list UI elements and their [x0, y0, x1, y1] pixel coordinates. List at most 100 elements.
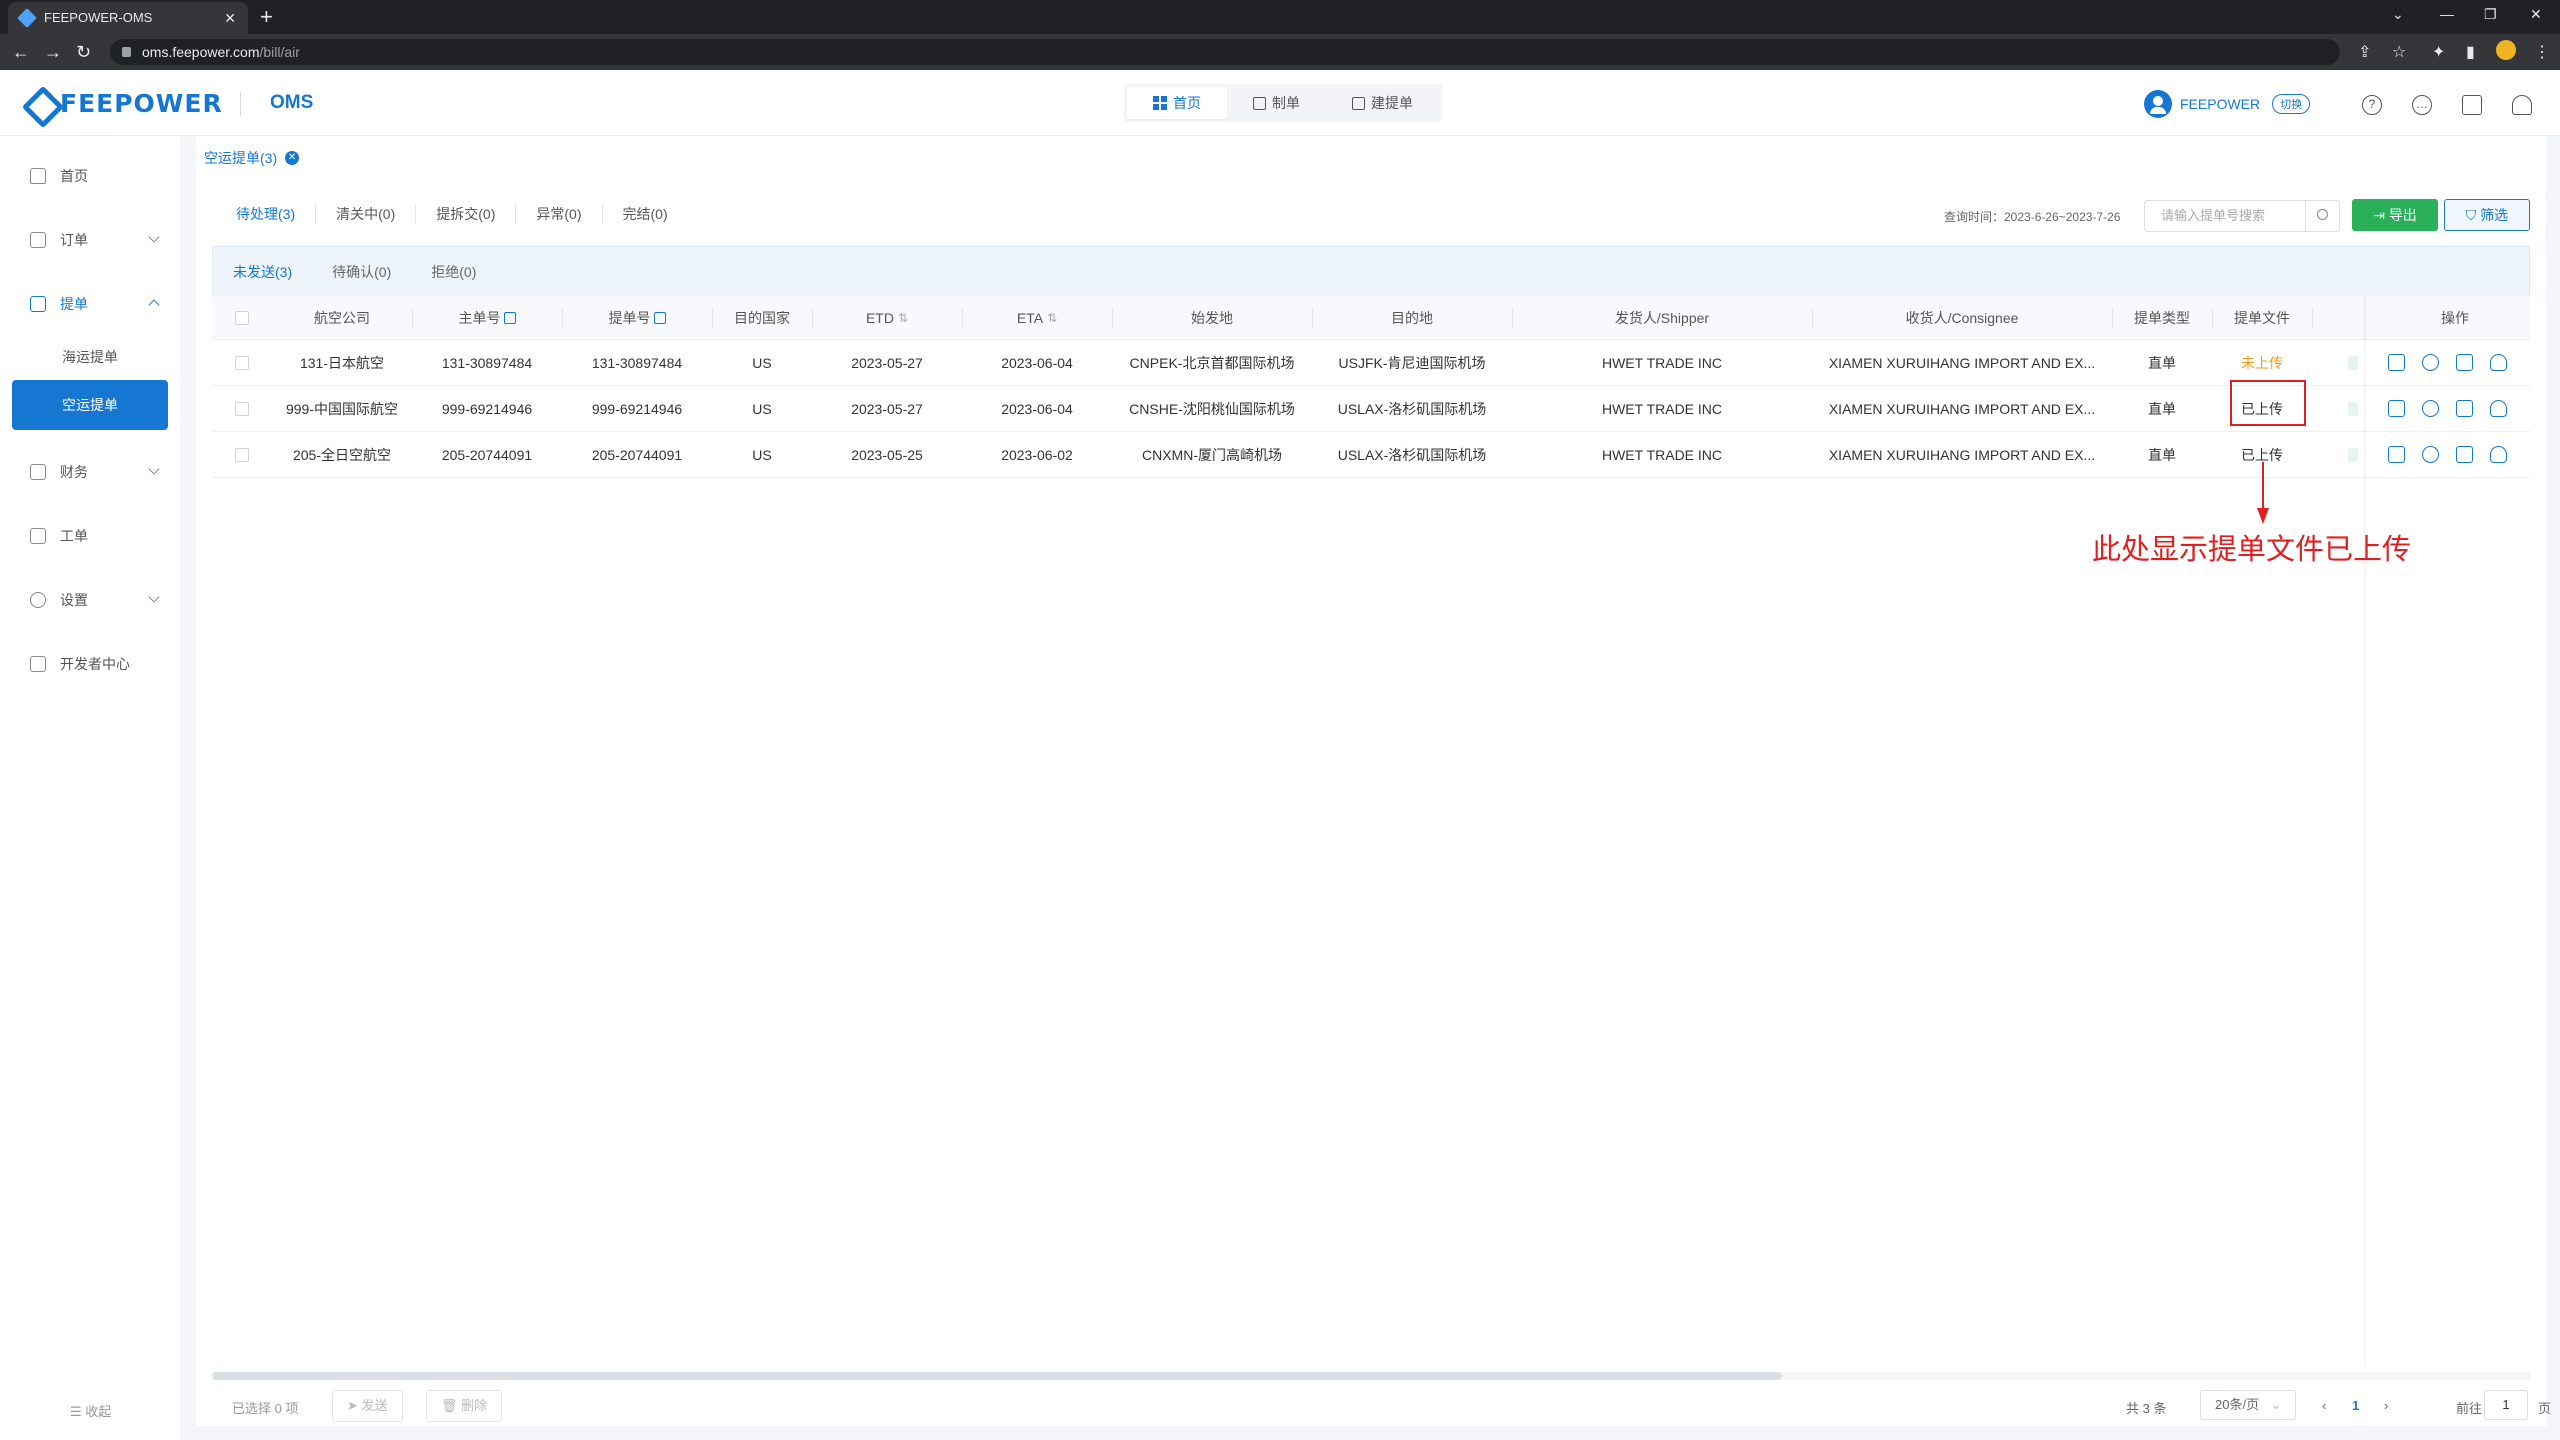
switch-account-button[interactable]: 切换: [2272, 94, 2311, 114]
sidebar-item-label: 设置: [60, 592, 88, 608]
cell-bill-file[interactable]: 未上传: [2212, 340, 2312, 385]
close-window-icon[interactable]: ✕: [2530, 6, 2542, 23]
edit-icon[interactable]: [2456, 354, 2473, 371]
cell-shipper: HWET TRADE INC: [1601, 446, 1723, 463]
chevron-up-icon: [148, 299, 160, 311]
cell-etd: 2023-05-25: [851, 446, 923, 463]
more-icon[interactable]: [2422, 354, 2439, 371]
header-etd[interactable]: ETD ⇅: [812, 296, 962, 339]
row-checkbox[interactable]: [235, 355, 249, 370]
top-nav-create-bill[interactable]: 建提单: [1326, 87, 1439, 119]
sidebar-item-tickets[interactable]: 工单: [0, 516, 180, 556]
sidebar-subitem-air-bill[interactable]: 空运提单: [12, 380, 168, 430]
tab-search-icon[interactable]: ⌄: [2392, 6, 2404, 23]
search-input[interactable]: 请输入提单号搜索: [2144, 200, 2340, 232]
url-input[interactable]: oms.feepower.com/bill/air: [110, 39, 2340, 65]
sidebar-item-bills[interactable]: 提单: [0, 284, 180, 324]
calendar-icon[interactable]: [2462, 95, 2482, 115]
sidebar-item-developer[interactable]: 开发者中心: [0, 644, 180, 684]
user-menu[interactable]: FEEPOWER 切换: [2144, 90, 2311, 118]
tab-clearing[interactable]: 清关中(0): [316, 204, 417, 224]
sort-icon[interactable]: ⇅: [898, 311, 908, 325]
sidebar-item-orders[interactable]: 订单: [0, 220, 180, 260]
edit-icon[interactable]: [2456, 446, 2473, 463]
copy-icon[interactable]: [503, 311, 516, 324]
restore-icon[interactable]: ❐: [2484, 6, 2497, 23]
collapse-sidebar-button[interactable]: ☰ 收起: [70, 1401, 111, 1420]
profile-avatar[interactable]: [2496, 40, 2516, 60]
page-size-select[interactable]: 20条/页 ⌄: [2200, 1390, 2296, 1420]
user-name: FEEPOWER: [2180, 96, 2261, 112]
close-tag-icon[interactable]: ✕: [285, 151, 300, 165]
tab-unpack[interactable]: 提拆交(0): [416, 204, 517, 224]
export-button[interactable]: ⇥ 导出: [2352, 199, 2438, 231]
product-name: OMS: [270, 92, 314, 113]
detail-icon[interactable]: [2388, 354, 2405, 371]
table-header-row: 航空公司 主单号 提单号 目的国家 ETD ⇅ ETA ⇅ 始发地 目的地 发货人/…: [212, 296, 2530, 340]
top-nav-home[interactable]: 首页: [1127, 87, 1227, 119]
more-icon[interactable]: [2422, 446, 2439, 463]
header-origin: 始发地: [1191, 309, 1233, 326]
horizontal-scrollbar[interactable]: [212, 1372, 2530, 1380]
close-tab-icon[interactable]: ✕: [224, 2, 236, 34]
logo[interactable]: FEEPOWER: [24, 88, 223, 118]
breadcrumb[interactable]: 空运提单(3) ✕: [204, 148, 300, 168]
filter-button[interactable]: ⛉ 筛选: [2444, 199, 2530, 231]
header-bill-file: 提单文件: [2234, 309, 2290, 326]
next-page-button[interactable]: ›: [2384, 1398, 2388, 1413]
sidebar-item-home[interactable]: 首页: [0, 156, 180, 196]
browser-tab[interactable]: FEEPOWER-OMS ✕: [8, 2, 248, 34]
detail-icon[interactable]: [2388, 400, 2405, 417]
reload-icon[interactable]: ↻: [76, 40, 91, 64]
tab-unsent[interactable]: 未发送(3): [213, 262, 312, 282]
chrome-menu-icon[interactable]: ⋮: [2534, 42, 2550, 62]
share-icon[interactable]: ⇪: [2358, 42, 2371, 62]
tab-exception[interactable]: 异常(0): [516, 204, 603, 224]
delete-button[interactable]: 🗑 删除: [426, 1390, 503, 1422]
bookmark-star-icon[interactable]: ☆: [2392, 42, 2406, 62]
search-icon[interactable]: [2305, 201, 2339, 231]
forward-icon[interactable]: →: [44, 40, 62, 64]
sidebar-item-settings[interactable]: 设置: [0, 580, 180, 620]
tab-rejected[interactable]: 拒绝(0): [411, 262, 496, 282]
tab-pending[interactable]: 待处理(3): [216, 204, 317, 224]
row-checkbox[interactable]: [235, 401, 249, 416]
upload-icon[interactable]: [2490, 400, 2507, 417]
more-icon[interactable]: [2422, 400, 2439, 417]
goto-page-input[interactable]: 1: [2484, 1390, 2528, 1420]
sidebar-subitem-sea-bill[interactable]: 海运提单: [12, 332, 168, 382]
sort-icon[interactable]: ⇅: [1047, 311, 1057, 325]
scrollbar-thumb[interactable]: [212, 1372, 1782, 1380]
upload-icon[interactable]: [2490, 354, 2507, 371]
tab-finished[interactable]: 完结(0): [603, 204, 688, 224]
sidepanel-icon[interactable]: ▮: [2466, 42, 2475, 62]
prev-page-button[interactable]: ‹: [2322, 1398, 2326, 1413]
row-checkbox[interactable]: [235, 447, 249, 462]
tab-awaiting-confirm[interactable]: 待确认(0): [312, 262, 411, 282]
back-icon[interactable]: ←: [12, 40, 30, 64]
table-row[interactable]: 131-日本航空 131-30897484 131-30897484 US 20…: [212, 340, 2530, 386]
minimize-icon[interactable]: —: [2440, 6, 2454, 22]
annotation-text: 此处显示提单文件已上传: [2092, 532, 2412, 566]
sub-status-tabs: 未发送(3) 待确认(0) 拒绝(0): [212, 246, 2530, 296]
top-nav-label: 制单: [1272, 95, 1300, 111]
finance-icon: [30, 464, 46, 480]
select-all-checkbox[interactable]: [235, 310, 249, 325]
edit-icon[interactable]: [2456, 400, 2473, 417]
upload-icon[interactable]: [2490, 446, 2507, 463]
sidebar-item-finance[interactable]: 财务: [0, 452, 180, 492]
extensions-icon[interactable]: ✦: [2432, 42, 2445, 62]
copy-icon[interactable]: [653, 311, 666, 324]
table-row[interactable]: 205-全日空航空 205-20744091 205-20744091 US 2…: [212, 432, 2530, 478]
new-tab-button[interactable]: +: [260, 4, 273, 30]
help-icon[interactable]: ?: [2362, 95, 2382, 115]
user-icon[interactable]: [2512, 95, 2532, 115]
send-button[interactable]: ➤ 发送: [332, 1390, 403, 1422]
table-row[interactable]: 999-中国国际航空 999-69214946 999-69214946 US …: [212, 386, 2530, 432]
message-icon[interactable]: …: [2412, 95, 2432, 115]
header-eta[interactable]: ETA ⇅: [962, 296, 1112, 339]
page-number[interactable]: 1: [2352, 1398, 2359, 1413]
top-nav-make-bill[interactable]: 制单: [1227, 87, 1326, 119]
detail-icon[interactable]: [2388, 446, 2405, 463]
query-time[interactable]: 查询时间：2023-6-26~2023-7-26: [1944, 208, 2120, 225]
